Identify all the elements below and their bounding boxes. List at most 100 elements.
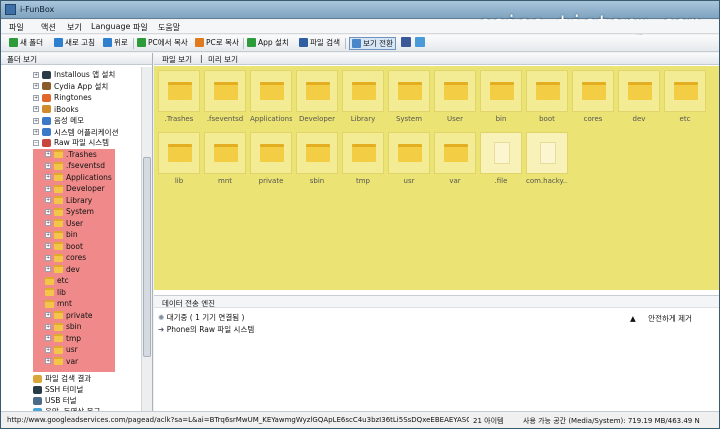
toolbar-button-3[interactable]: PC에서 복사 [137, 37, 188, 50]
file-item[interactable]: sbin [296, 132, 338, 185]
expand-toggle-icon[interactable]: + [45, 231, 51, 238]
tree-item-raw-child[interactable]: + .Trashes [45, 149, 97, 160]
file-item[interactable]: boot [526, 70, 568, 123]
tree-item-raw-child[interactable]: + Applications [45, 172, 112, 183]
expand-toggle-icon[interactable]: + [45, 266, 51, 272]
toolbar-button-6[interactable]: 파일 검색 [299, 37, 340, 50]
tree-item-raw-child[interactable]: + sbin [45, 321, 82, 332]
file-item[interactable]: .fseventsd [204, 70, 246, 123]
tree-item[interactable]: + 음성 메모 [33, 115, 84, 126]
expand-toggle-icon[interactable]: + [45, 243, 51, 249]
tree-item-raw-child[interactable]: + cores [45, 252, 86, 263]
tree-item-raw-child[interactable]: + bin [45, 229, 78, 240]
toolbar-button-0[interactable]: 새 폴더 [9, 37, 43, 50]
tree-item[interactable]: + Installous 앱 설치 [33, 69, 115, 80]
tree-item[interactable]: + Cydia App 설치 [33, 81, 108, 92]
file-item[interactable]: dev [618, 70, 660, 123]
file-item[interactable]: mnt [204, 132, 246, 185]
expand-toggle-icon[interactable]: + [45, 185, 51, 192]
tree-item[interactable]: + Ringtones [33, 92, 92, 103]
menu-item-4[interactable]: 파일 [133, 22, 148, 33]
spinner-icon: ✺ [158, 313, 165, 322]
expand-toggle-icon[interactable]: + [33, 94, 39, 101]
tree-item-raw-child[interactable]: + Library [45, 195, 92, 206]
expand-toggle-icon[interactable]: + [33, 83, 39, 89]
file-item[interactable]: private [250, 132, 292, 185]
toolbar-button-1[interactable]: 새로 고침 [54, 37, 95, 50]
expand-toggle-icon[interactable]: + [45, 254, 51, 261]
folder-icon [54, 334, 63, 342]
tree-item-raw-child[interactable]: + User [45, 218, 83, 229]
tree-item-raw-child[interactable]: + System [45, 206, 94, 217]
file-item[interactable]: lib [158, 132, 200, 185]
file-item[interactable]: Developer [296, 70, 338, 123]
expand-toggle-icon[interactable]: + [45, 346, 51, 353]
folder-icon [306, 82, 330, 100]
file-item[interactable]: Applications [250, 70, 292, 123]
skype-icon[interactable] [415, 37, 427, 50]
file-item[interactable]: Library [342, 70, 384, 123]
tree-item[interactable]: + 시스템 어플리케이션 [33, 127, 118, 138]
scrollbar-thumb[interactable] [143, 157, 151, 357]
system-app-icon [42, 128, 51, 136]
expand-toggle-icon[interactable]: + [33, 71, 39, 78]
expand-toggle-icon[interactable]: + [45, 174, 51, 180]
title-bar[interactable]: i-FunBox osios.tistory.com [1, 1, 719, 35]
tree-item-raw-child[interactable]: lib [45, 287, 66, 298]
tree-item-raw-child[interactable]: + tmp [45, 333, 81, 344]
file-item[interactable]: bin [480, 70, 522, 123]
tree-item[interactable]: USB 터널 [33, 395, 77, 406]
tree-item-raw-child[interactable]: mnt [45, 298, 72, 309]
menu-item-1[interactable]: 액션 [41, 22, 56, 33]
tree-item[interactable]: 파일 검색 결과 [33, 373, 91, 384]
expand-toggle-icon[interactable]: + [45, 358, 51, 364]
tab-preview[interactable]: 미리 보기 [208, 54, 238, 65]
menu-item-3[interactable]: Language [91, 22, 130, 31]
tree-item-raw-child[interactable]: + private [45, 310, 93, 321]
tree-item-raw-child[interactable]: + usr [45, 344, 78, 355]
device-path[interactable]: ➜ Phone의 Raw 파일 시스템 [158, 324, 254, 335]
menu-item-2[interactable]: 보기 [67, 22, 82, 33]
tree-item[interactable]: + iBooks [33, 104, 79, 115]
expand-toggle-icon[interactable]: + [45, 335, 51, 341]
expand-toggle-icon[interactable]: + [33, 117, 39, 124]
expand-toggle-icon[interactable]: + [45, 197, 51, 203]
expand-toggle-icon[interactable]: + [45, 151, 51, 157]
menu-item-5[interactable]: 도움말 [158, 22, 180, 33]
file-item[interactable]: User [434, 70, 476, 123]
toolbar-button-5[interactable]: App 설치 [247, 37, 289, 50]
toolbar-button-4[interactable]: PC로 복사 [195, 37, 239, 50]
file-item[interactable]: etc [664, 70, 706, 123]
tree-item-raw-child[interactable]: + dev [45, 264, 80, 275]
file-item[interactable]: tmp [342, 132, 384, 185]
toolbar-button-2[interactable]: 위로 [103, 37, 128, 50]
expand-toggle-icon[interactable]: + [45, 162, 51, 169]
expand-toggle-icon[interactable]: + [45, 220, 51, 226]
file-item[interactable]: System [388, 70, 430, 123]
tree-item-raw-child[interactable]: + boot [45, 241, 83, 252]
file-item[interactable]: .file [480, 132, 522, 185]
toolbar-button-7[interactable]: 보기 전환 [349, 37, 396, 50]
tab-file-view[interactable]: 파일 보기 [162, 54, 192, 65]
file-item[interactable]: usr [388, 132, 430, 185]
expand-toggle-icon[interactable]: + [45, 312, 51, 318]
safe-remove-button[interactable]: ▲ 안전하게 제거 [630, 313, 692, 324]
file-item[interactable]: .Trashes [158, 70, 200, 123]
tree-item-raw-root[interactable]: − Raw 파일 시스템 [33, 137, 109, 148]
file-item[interactable]: com.hacky... [526, 132, 568, 185]
tree-item-raw-child[interactable]: + var [45, 356, 78, 367]
expand-toggle-icon[interactable]: + [45, 208, 51, 215]
expand-toggle-icon[interactable]: + [33, 129, 39, 135]
tree-item-raw-child[interactable]: etc [45, 275, 69, 286]
tree-item-raw-child[interactable]: + Developer [45, 183, 105, 194]
tree-item[interactable]: SSH 터미널 [33, 384, 83, 395]
tree-scrollbar[interactable] [141, 67, 152, 411]
file-item[interactable]: var [434, 132, 476, 185]
file-item[interactable]: cores [572, 70, 614, 123]
expand-toggle-icon[interactable]: − [33, 139, 39, 146]
expand-toggle-icon[interactable]: + [33, 106, 39, 112]
menu-item-0[interactable]: 파일 [9, 22, 24, 33]
tree-item-raw-child[interactable]: + .fseventsd [45, 160, 105, 171]
facebook-icon[interactable] [401, 37, 413, 50]
expand-toggle-icon[interactable]: + [45, 323, 51, 330]
